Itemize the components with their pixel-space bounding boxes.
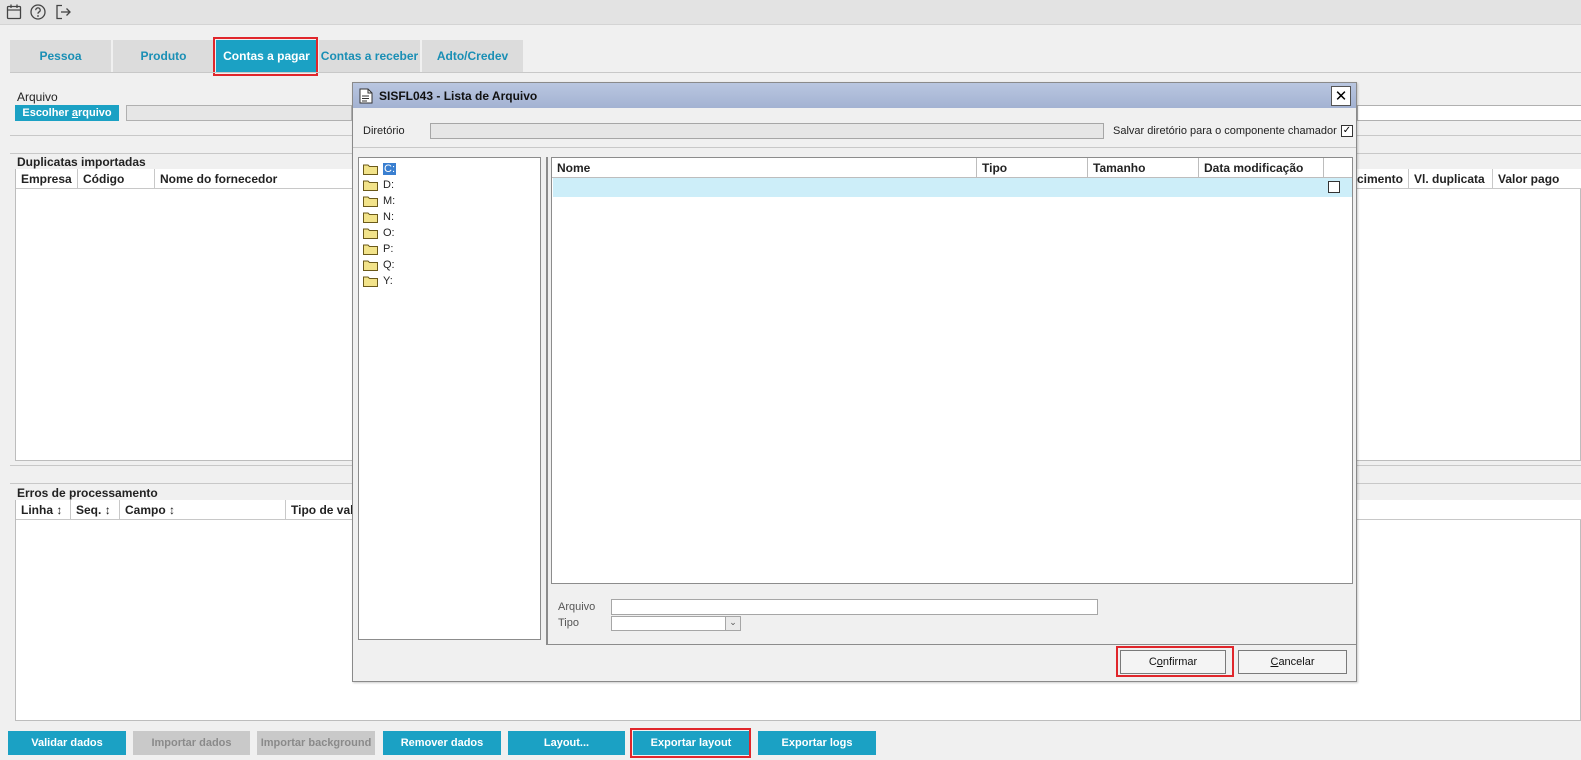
file-row-selected[interactable] (553, 178, 1352, 197)
dialog-tipo-select[interactable]: ⌄ (611, 616, 741, 631)
document-icon (359, 88, 373, 104)
salvar-diretorio-label: Salvar diretório para o componente chama… (1113, 125, 1337, 137)
col-tamanho[interactable]: Tamanho (1088, 158, 1199, 178)
diretorio-field[interactable] (430, 123, 1104, 139)
col-nome-fornecedor[interactable]: Nome do fornecedor (155, 169, 352, 189)
lista-arquivo-dialog: SISFL043 - Lista de Arquivo ✕ Diretório … (352, 82, 1357, 682)
folder-icon (363, 196, 378, 207)
col-vencimento[interactable]: cimento (1357, 169, 1409, 189)
tree-item-drive[interactable]: O: (363, 225, 395, 241)
col-data-modificacao[interactable]: Data modificação (1199, 158, 1324, 178)
tree-item-label: D: (383, 179, 394, 191)
cancelar-button[interactable]: Cancelar (1238, 650, 1347, 674)
chevron-down-icon[interactable]: ⌄ (725, 617, 740, 630)
tree-item-drive[interactable]: N: (363, 209, 394, 225)
dialog-title: SISFL043 - Lista de Arquivo (379, 89, 538, 103)
tree-item-label: Y: (383, 275, 393, 287)
dialog-divider (353, 147, 1356, 148)
col-linha[interactable]: Linha ↕ (16, 500, 71, 520)
tab-adto-credev[interactable]: Adto/Credev (422, 40, 523, 72)
folder-icon (363, 180, 378, 191)
tab-contas-a-receber[interactable]: Contas a receber (319, 40, 420, 72)
remover-dados-button[interactable]: Remover dados (383, 731, 501, 755)
col-vl-duplicata[interactable]: Vl. duplicata (1409, 169, 1493, 189)
confirmar-highlight-box (1116, 646, 1234, 677)
col-tipo[interactable]: Tipo (977, 158, 1088, 178)
tabs-divider (10, 72, 1581, 73)
pane-splitter[interactable] (546, 157, 548, 644)
arquivo-label: Arquivo (17, 90, 58, 104)
duplicatas-title: Duplicatas importadas (17, 155, 146, 169)
erros-title: Erros de processamento (17, 486, 158, 500)
escolher-arquivo-button[interactable]: Escolher arquivo (15, 105, 119, 121)
sort-icon: ↕ (104, 503, 111, 517)
col-nome[interactable]: Nome (552, 158, 977, 178)
help-icon[interactable] (29, 3, 47, 21)
tab-produto[interactable]: Produto (113, 40, 214, 72)
calendar-icon[interactable] (5, 3, 23, 21)
arquivo-path-field-right (1357, 105, 1581, 121)
tab-pessoa[interactable]: Pessoa (10, 40, 111, 72)
importar-background-button[interactable]: Importar background (257, 731, 375, 755)
sort-icon: ↕ (169, 503, 176, 517)
sort-icon: ↕ (56, 503, 63, 517)
escolher-arquivo-label: Escolher arquivo (22, 107, 112, 119)
col-codigo[interactable]: Código (78, 169, 155, 189)
tree-item-label: N: (383, 211, 394, 223)
tree-item-label: M: (383, 195, 396, 207)
tree-item-label: C: (383, 163, 396, 175)
tree-item-label: P: (383, 243, 394, 255)
folder-icon (363, 228, 378, 239)
folder-icon (363, 212, 378, 223)
exportar-logs-button[interactable]: Exportar logs (758, 731, 876, 755)
folder-icon (363, 164, 378, 175)
folder-icon (363, 276, 378, 287)
salvar-diretorio-checkbox[interactable]: ✓ (1341, 125, 1353, 137)
importar-dados-button[interactable]: Importar dados (133, 731, 250, 755)
validar-dados-button[interactable]: Validar dados (8, 731, 126, 755)
col-seq[interactable]: Seq. ↕ (71, 500, 120, 520)
top-toolbar (0, 0, 1581, 25)
dialog-tipo-label: Tipo (558, 617, 579, 629)
tree-item-drive[interactable]: Y: (363, 273, 393, 289)
col-valor-pago[interactable]: Valor pago (1493, 169, 1581, 189)
tree-item-label: O: (383, 227, 395, 239)
tree-item-drive[interactable]: D: (363, 177, 394, 193)
drive-tree[interactable]: C: D: M: N: O: P: Q: Y: (358, 157, 541, 640)
col-empresa[interactable]: Empresa (16, 169, 78, 189)
folder-icon (363, 260, 378, 271)
tree-item-label: Q: (383, 259, 395, 271)
layout-button[interactable]: Layout... (508, 731, 625, 755)
exportar-layout-highlight-box (630, 728, 751, 758)
row-checkbox[interactable] (1328, 181, 1340, 193)
col-tipo-validacao[interactable]: Tipo de vali (286, 500, 352, 520)
file-list[interactable]: Nome Tipo Tamanho Data modificação (551, 157, 1353, 584)
folder-icon (363, 244, 378, 255)
dialog-arquivo-field[interactable] (611, 599, 1098, 615)
close-icon[interactable]: ✕ (1331, 86, 1351, 106)
col-select (1324, 158, 1352, 178)
tab-highlight-box (213, 37, 318, 76)
form-divider (546, 644, 1356, 645)
tree-item-drive[interactable]: C: (363, 161, 396, 177)
tree-item-drive[interactable]: M: (363, 193, 395, 209)
col-campo[interactable]: Campo ↕ (120, 500, 286, 520)
tree-item-drive[interactable]: P: (363, 241, 393, 257)
tree-item-drive[interactable]: Q: (363, 257, 395, 273)
arquivo-path-field[interactable] (126, 105, 352, 121)
logout-icon[interactable] (54, 3, 72, 21)
diretorio-label: Diretório (363, 125, 405, 137)
cancelar-label: Cancelar (1270, 656, 1315, 668)
dialog-arquivo-label: Arquivo (558, 601, 596, 613)
